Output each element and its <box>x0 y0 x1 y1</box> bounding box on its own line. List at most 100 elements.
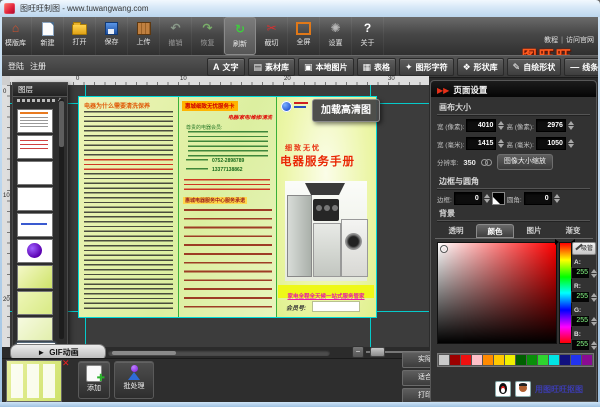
horizontal-scrollbar[interactable] <box>108 350 330 356</box>
color-swatch[interactable] <box>439 355 449 365</box>
spinner[interactable] <box>591 293 597 302</box>
login-link[interactable]: 登陆 <box>8 62 24 71</box>
spinner[interactable] <box>554 194 560 203</box>
cutout-link[interactable]: 用图旺旺抠图 <box>535 384 583 395</box>
color-swatch[interactable] <box>560 355 570 365</box>
zoom-out-button[interactable]: − <box>352 346 364 358</box>
tab-image[interactable]: 图片 <box>515 224 553 238</box>
material-library-button[interactable]: ▤素材库 <box>248 58 296 76</box>
red-field[interactable]: 255 <box>571 291 590 303</box>
redo-button[interactable]: ↷ 恢复 <box>192 17 224 55</box>
brochure-document[interactable]: 电器为什么需要清洗保养 惠城细致无忧服务卡 电器/家电/维修/清洗 尊贵的电器会… <box>79 97 376 317</box>
color-swatch[interactable] <box>549 355 559 365</box>
spinner[interactable] <box>591 269 597 278</box>
register-link[interactable]: 注册 <box>30 62 46 71</box>
add-page-icon: ✚ <box>86 365 102 382</box>
qq-icon[interactable] <box>495 381 511 397</box>
color-swatch[interactable] <box>538 355 548 365</box>
cut-button[interactable]: ✂ 截切 <box>256 17 288 55</box>
text-tool-button[interactable]: A文字 <box>207 58 245 76</box>
fullscreen-button[interactable]: 全屏 <box>288 17 320 55</box>
settings-button[interactable]: ✺ 设置 <box>320 17 352 55</box>
line-button[interactable]: —线条 <box>564 58 600 76</box>
scrollbar-handle[interactable] <box>112 351 176 355</box>
undo-button[interactable]: ↶ 撤销 <box>160 17 192 55</box>
spinner[interactable] <box>568 139 574 148</box>
corner-radius-field[interactable]: 0 <box>524 192 552 205</box>
about-button[interactable]: ? 关于 <box>352 17 384 55</box>
refresh-button[interactable]: ↻ 刷新 <box>224 17 256 55</box>
tab-gradient[interactable]: 渐变 <box>554 224 592 238</box>
refresh-icon: ↻ <box>235 21 245 37</box>
brochure-panel-cover[interactable]: 细致无忧 电器服务手册 家电全程全天候一站式服务管家 会员号: <box>276 97 376 317</box>
green-field[interactable]: 255 <box>571 315 590 327</box>
spinner[interactable] <box>591 341 597 350</box>
tab-transparent[interactable]: 透明 <box>437 224 475 238</box>
layer-thumbnail[interactable] <box>17 161 53 185</box>
avatar-icon[interactable] <box>515 381 531 397</box>
close-icon[interactable]: ✕ <box>62 358 70 369</box>
layer-thumbnail[interactable] <box>17 265 53 289</box>
eyedropper-button[interactable]: 吸管 <box>572 242 596 255</box>
width-px-field[interactable]: 4010 <box>466 119 496 132</box>
image-resize-button[interactable]: 图像大小缩放 <box>497 154 553 170</box>
color-swatch[interactable] <box>505 355 515 365</box>
color-swatch[interactable] <box>527 355 537 365</box>
spinner[interactable] <box>484 194 490 203</box>
load-hd-image-button[interactable]: 加载高清图 <box>312 99 380 122</box>
save-button[interactable]: 保存 <box>96 17 128 55</box>
open-button[interactable]: 打开 <box>64 17 96 55</box>
glyph-button[interactable]: ✦图形字符 <box>399 58 454 76</box>
spinner[interactable] <box>498 139 504 148</box>
color-swatch[interactable] <box>494 355 504 365</box>
layer-thumbnail[interactable] <box>17 239 53 263</box>
color-swatch[interactable] <box>483 355 493 365</box>
spinner[interactable] <box>568 121 574 130</box>
brand-logo-icon <box>281 101 292 112</box>
tutorial-link[interactable]: 教程 <box>544 37 558 44</box>
layer-group-row[interactable] <box>17 99 55 102</box>
saturation-picker[interactable] <box>437 242 557 344</box>
draw-shape-button[interactable]: ✎自绘形状 <box>507 58 562 76</box>
table-button[interactable]: ▦表格 <box>357 58 397 76</box>
color-swatch[interactable] <box>571 355 581 365</box>
layer-thumbnail[interactable] <box>17 317 53 341</box>
brochure-panel-middle[interactable]: 惠城细致无忧服务卡 电器/家电/维修/清洗 尊贵的电器会员: 0752-2898… <box>178 97 276 317</box>
add-page-button[interactable]: ✚ 添加 <box>78 361 110 399</box>
layer-thumbnail[interactable] <box>17 291 53 315</box>
brochure-panel-left[interactable]: 电器为什么需要清洗保养 <box>79 97 178 317</box>
layer-thumbnail[interactable] <box>17 109 53 133</box>
color-swatch[interactable] <box>461 355 471 365</box>
new-button[interactable]: 新建 <box>32 17 64 55</box>
alpha-field[interactable]: 255 <box>571 267 590 279</box>
local-image-button[interactable]: ▣本地图片 <box>298 58 354 76</box>
color-swatch[interactable] <box>472 355 482 365</box>
layer-thumbnail[interactable] <box>17 187 53 211</box>
width-mm-field[interactable]: 1415 <box>466 137 496 150</box>
spinner[interactable] <box>591 317 597 326</box>
upload-button[interactable]: 上传 <box>128 17 160 55</box>
shape-library-button[interactable]: ❖形状库 <box>457 58 504 76</box>
layer-thumbnail[interactable] <box>17 213 53 237</box>
official-site-link[interactable]: 访问官网 <box>566 37 594 44</box>
tab-color[interactable]: 颜色 <box>476 224 514 238</box>
spinner[interactable] <box>498 121 504 130</box>
page-thumbnail[interactable] <box>6 360 62 402</box>
color-swatch[interactable] <box>516 355 526 365</box>
color-swatch[interactable] <box>582 355 592 365</box>
upload-crate-icon <box>137 22 151 35</box>
template-library-button[interactable]: ⌂ 模版库 <box>0 17 32 55</box>
layer-thumbnail[interactable] <box>17 135 53 159</box>
app-window: 图旺旺制图 - www.tuwangwang.com ⌂ 模版库 新建 打开 保… <box>0 0 600 407</box>
border-color-swatch[interactable] <box>492 192 505 205</box>
title-bar[interactable]: 图旺旺制图 - www.tuwangwang.com <box>0 0 600 18</box>
blue-field[interactable]: 255 <box>571 339 590 351</box>
zoom-slider-handle[interactable] <box>370 347 385 357</box>
height-px-field[interactable]: 2976 <box>536 119 566 132</box>
batch-process-button[interactable]: 批处理 <box>114 361 154 399</box>
border-width-field[interactable]: 0 <box>454 192 482 205</box>
color-swatch[interactable] <box>450 355 460 365</box>
height-mm-field[interactable]: 1050 <box>536 137 566 150</box>
canvas-area[interactable]: 电器为什么需要清洗保养 惠城细致无忧服务卡 电器/家电/维修/清洗 尊贵的电器会… <box>10 85 429 347</box>
layers-scrollbar[interactable] <box>59 99 64 339</box>
